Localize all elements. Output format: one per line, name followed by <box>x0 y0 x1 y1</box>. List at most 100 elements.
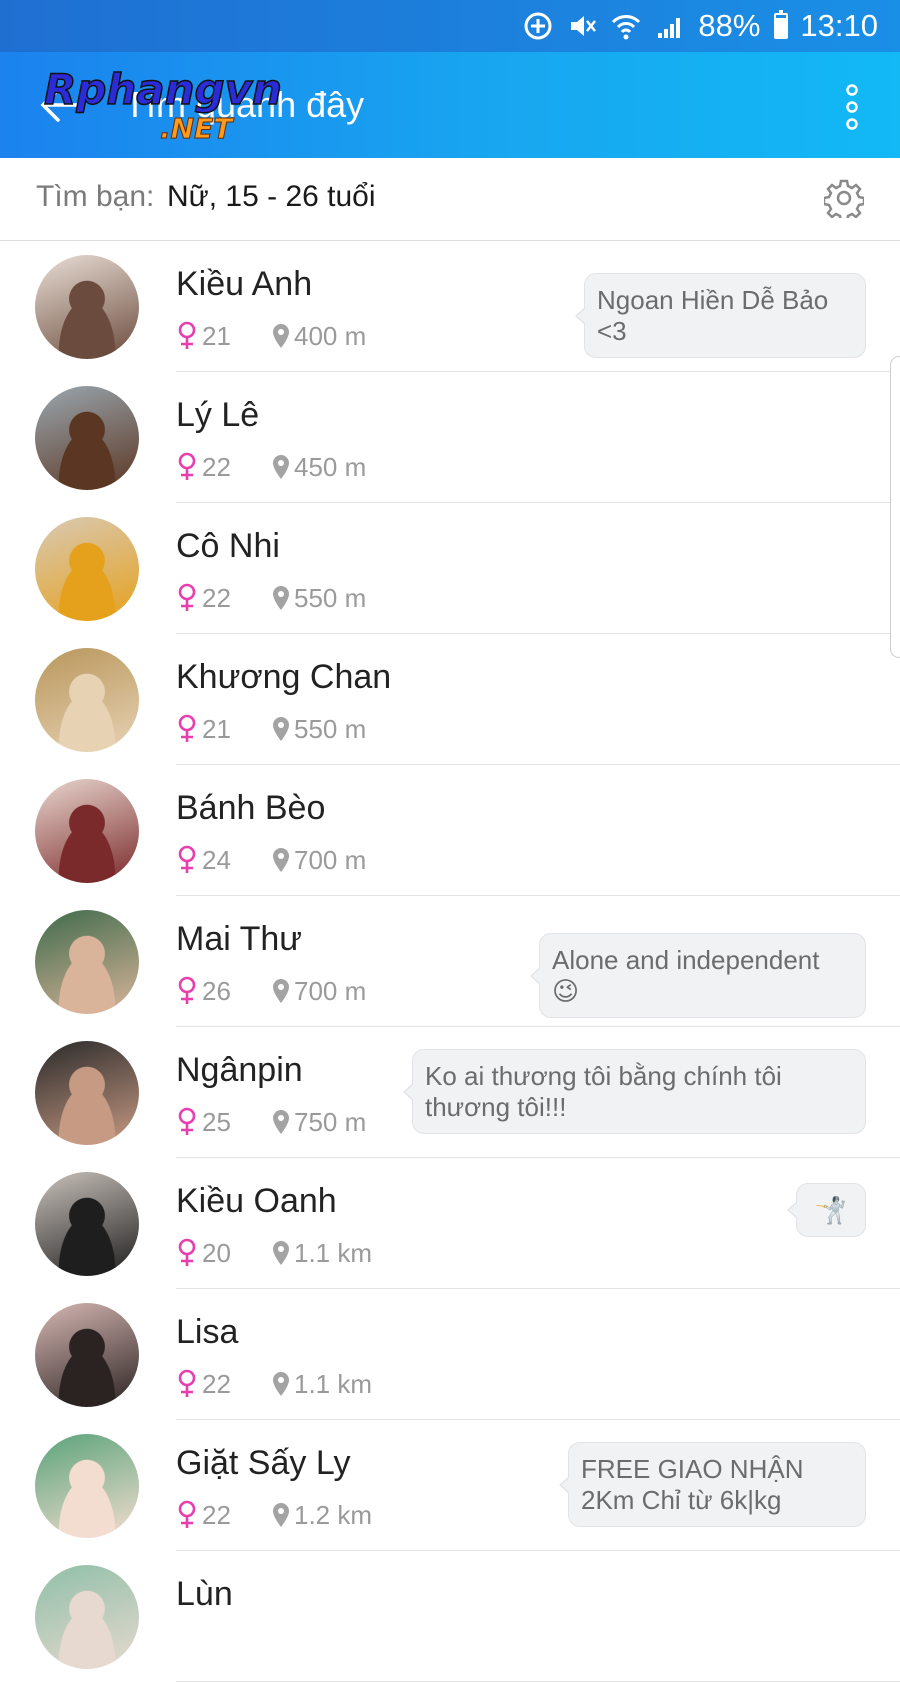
avatar[interactable] <box>35 1041 139 1145</box>
user-meta: 21 550 m <box>176 714 366 744</box>
location-pin-icon <box>273 979 289 1003</box>
filter-value[interactable]: Nữ, 15 - 26 tuổi <box>167 180 376 214</box>
user-meta: 20 1.1 km <box>176 1238 372 1268</box>
battery-icon <box>774 10 789 39</box>
status-bubble: 🤺 <box>787 1183 866 1237</box>
status-bar: 88% 13:10 <box>0 0 900 52</box>
user-distance: 750 m <box>294 1106 367 1137</box>
avatar[interactable] <box>35 386 139 490</box>
user-name: Mai Thư <box>176 920 303 958</box>
gear-icon[interactable] <box>824 178 864 218</box>
nearby-user-list[interactable]: Kiều Anh 21 400 m Ngoan Hiền Dễ Bảo <3 Lý Lê… <box>0 241 900 1682</box>
user-distance: 1.1 km <box>294 1237 373 1268</box>
female-icon <box>178 1107 196 1135</box>
scroll-indicator[interactable] <box>890 356 900 658</box>
user-age: 22 <box>202 451 231 482</box>
user-meta: 24 700 m <box>176 845 366 875</box>
user-name: Kiều Anh <box>176 265 313 303</box>
battery-percent: 88% <box>698 8 761 43</box>
page-title: Tìm quanh đây <box>124 84 365 125</box>
location-pin-icon <box>273 1110 289 1134</box>
user-meta: 22 1.1 km <box>176 1369 372 1399</box>
filter-label: Tìm bạn: <box>36 180 155 213</box>
user-name: Cô Nhi <box>176 527 280 565</box>
user-distance: 1.2 km <box>294 1499 373 1530</box>
status-bubble: Ngoan Hiền Dễ Bảo <3 <box>575 273 866 358</box>
user-meta: 26 700 m <box>176 976 366 1006</box>
location-pin-icon <box>273 717 289 741</box>
location-pin-icon <box>273 1503 289 1527</box>
location-pin-icon <box>273 848 289 872</box>
user-row[interactable]: Kiều Anh 21 400 m Ngoan Hiền Dễ Bảo <3 <box>0 241 900 372</box>
filter-bar[interactable]: Tìm bạn: Nữ, 15 - 26 tuổi <box>0 158 900 241</box>
user-name: Lý Lê <box>176 396 260 434</box>
user-distance: 1.1 km <box>294 1368 373 1399</box>
user-meta: 21 400 m <box>176 321 366 351</box>
user-row[interactable]: Cô Nhi 22 550 m <box>0 503 900 634</box>
more-vertical-icon[interactable] <box>840 82 864 132</box>
user-name: Ngânpin <box>176 1051 303 1089</box>
user-age: 22 <box>202 582 231 613</box>
status-bubble: Ko ai thương tôi bằng chính tôi thương t… <box>403 1049 866 1134</box>
status-bubble: FREE GIAO NHẬN 2Km Chỉ từ 6k|kg <box>559 1442 866 1527</box>
user-age: 22 <box>202 1499 231 1530</box>
user-name: Kiều Oanh <box>176 1182 337 1220</box>
female-icon <box>178 1238 196 1266</box>
user-meta: 22 550 m <box>176 583 366 613</box>
user-age: 25 <box>202 1106 231 1137</box>
user-age: 24 <box>202 844 231 875</box>
avatar[interactable] <box>35 255 139 359</box>
avatar[interactable] <box>35 910 139 1014</box>
user-row[interactable]: Kiều Oanh 20 1.1 km 🤺 <box>0 1158 900 1289</box>
avatar[interactable] <box>35 1565 139 1669</box>
user-age: 21 <box>202 713 231 744</box>
user-meta: 25 750 m <box>176 1107 366 1137</box>
user-distance: 700 m <box>294 975 367 1006</box>
user-row[interactable]: Mai Thư 26 700 m Alone and independent 😉 <box>0 896 900 1027</box>
female-icon <box>178 452 196 480</box>
signal-icon <box>658 18 681 38</box>
user-distance: 550 m <box>294 713 367 744</box>
female-icon <box>178 714 196 742</box>
user-row[interactable]: Giặt Sấy Ly 22 1.2 km FREE GIAO NHẬN 2Km Ch… <box>0 1420 900 1551</box>
user-row[interactable]: Ngânpin 25 750 m Ko ai thương tôi bằng chín… <box>0 1027 900 1158</box>
user-row[interactable]: Lý Lê 22 450 m <box>0 372 900 503</box>
user-row[interactable]: Lisa 22 1.1 km <box>0 1289 900 1420</box>
female-icon <box>178 1369 196 1397</box>
user-row[interactable]: Bánh Bèo 24 700 m <box>0 765 900 896</box>
avatar[interactable] <box>35 517 139 621</box>
user-row[interactable]: Khương Chan 21 550 m <box>0 634 900 765</box>
location-pin-icon <box>273 1372 289 1396</box>
avatar[interactable] <box>35 1172 139 1276</box>
user-distance: 400 m <box>294 320 367 351</box>
wifi-icon <box>612 15 641 40</box>
user-meta: 22 1.2 km <box>176 1500 372 1530</box>
data-saver-icon <box>524 12 552 40</box>
user-age: 21 <box>202 320 231 351</box>
user-name: Lisa <box>176 1313 239 1351</box>
status-icons: 88% 13:10 <box>522 6 878 46</box>
user-distance: 450 m <box>294 451 367 482</box>
avatar[interactable] <box>35 648 139 752</box>
user-name: Giặt Sấy Ly <box>176 1444 351 1482</box>
status-bubble: Alone and independent 😉 <box>530 933 866 1018</box>
female-icon <box>178 583 196 611</box>
mute-icon <box>571 16 597 36</box>
user-distance: 700 m <box>294 844 367 875</box>
avatar[interactable] <box>35 1434 139 1538</box>
avatar[interactable] <box>35 779 139 883</box>
user-age: 20 <box>202 1237 231 1268</box>
avatar[interactable] <box>35 1303 139 1407</box>
arrow-left-icon[interactable] <box>36 80 86 130</box>
location-pin-icon <box>273 586 289 610</box>
user-distance: 550 m <box>294 582 367 613</box>
female-icon <box>178 976 196 1004</box>
user-row[interactable]: Lùn <box>0 1551 900 1682</box>
location-pin-icon <box>273 1241 289 1265</box>
user-name: Bánh Bèo <box>176 789 326 827</box>
female-icon <box>178 1500 196 1528</box>
user-age: 22 <box>202 1368 231 1399</box>
user-age: 26 <box>202 975 231 1006</box>
app-bar: Tìm quanh đây Rphangvn R .NET <box>0 52 900 158</box>
female-icon <box>178 845 196 873</box>
